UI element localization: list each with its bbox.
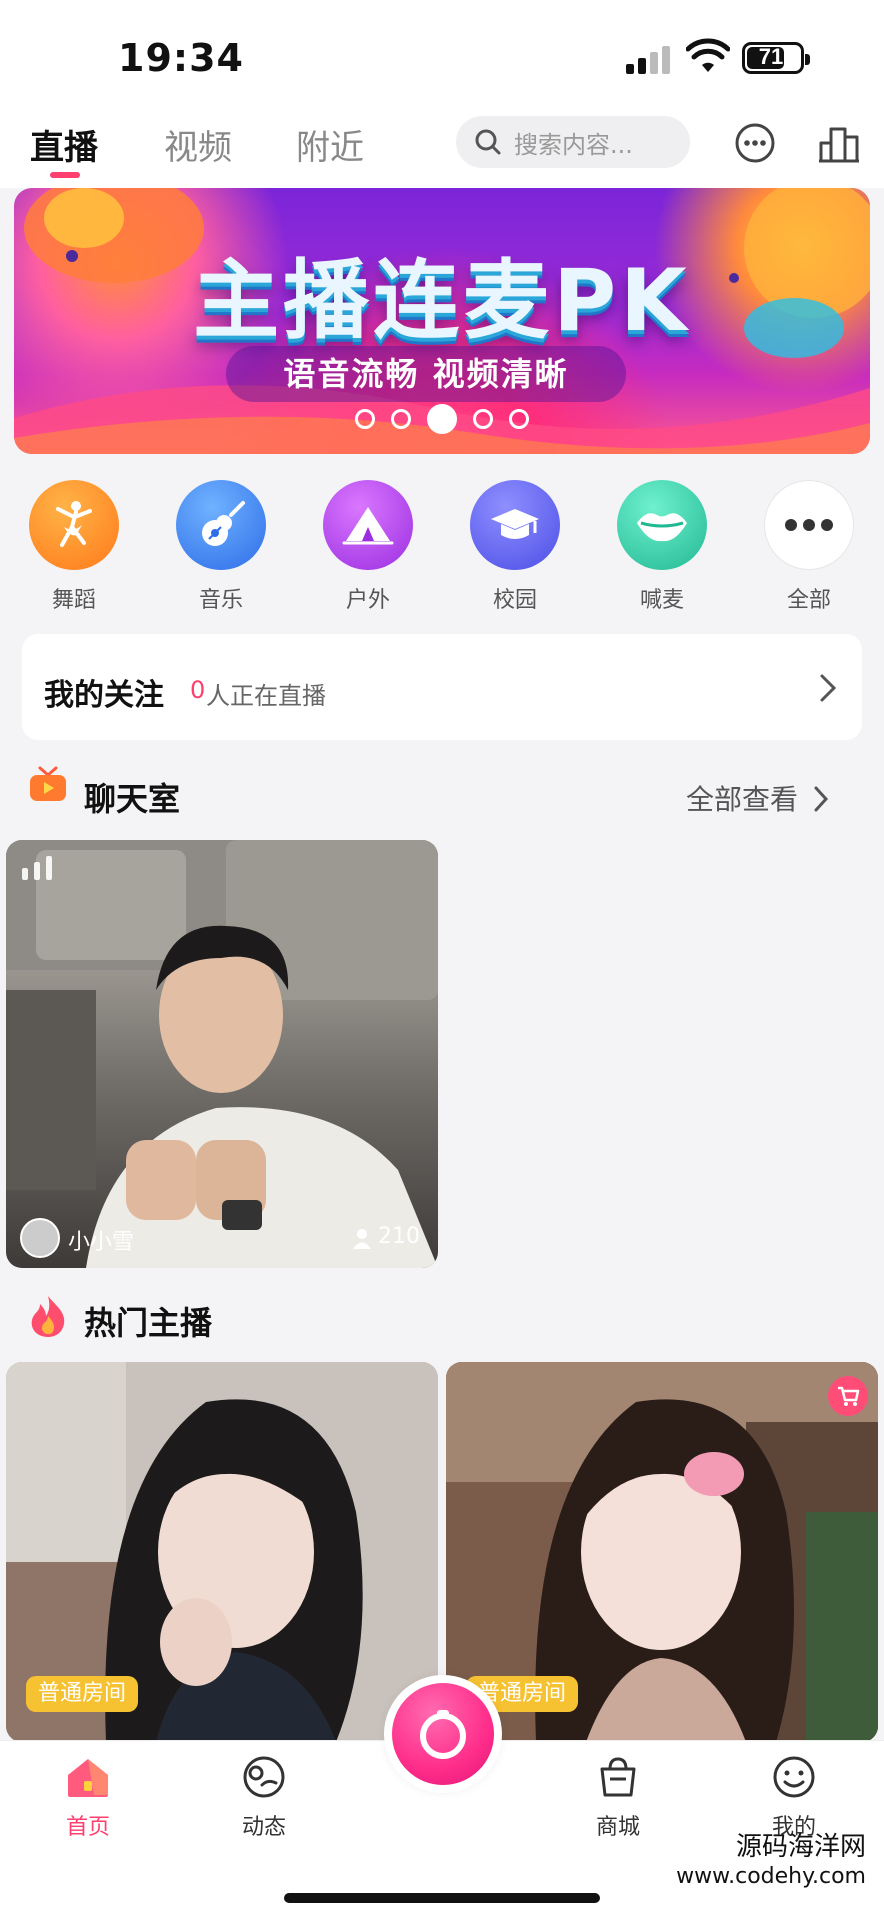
tab-moments[interactable]: 动态 bbox=[204, 1755, 324, 1841]
see-all-link[interactable]: 全部查看 bbox=[686, 778, 829, 818]
carousel-dots bbox=[14, 404, 870, 434]
promo-banner[interactable]: 主播连麦PK 语音流畅 视频清晰 bbox=[14, 188, 870, 454]
hot-hosts-section-title: 热门主播 bbox=[84, 1304, 213, 1342]
active-tab-indicator bbox=[50, 172, 80, 178]
room-type-badge: 普通房间 bbox=[26, 1676, 139, 1712]
tab-label: 首页 bbox=[65, 1815, 110, 1840]
viewer-count: 210 bbox=[378, 1224, 420, 1249]
avatar[interactable] bbox=[20, 1218, 60, 1258]
category-dance[interactable]: 舞蹈 bbox=[14, 480, 134, 614]
follow-live-count: 0 bbox=[190, 676, 206, 704]
category-all[interactable]: 全部 bbox=[749, 480, 869, 614]
go-live-button[interactable] bbox=[384, 1675, 502, 1793]
more-dots-icon bbox=[764, 480, 854, 570]
carousel-dot-active[interactable] bbox=[427, 404, 457, 434]
home-icon bbox=[68, 1759, 108, 1797]
lips-icon bbox=[617, 480, 707, 570]
smiley-icon bbox=[773, 1756, 815, 1798]
tent-icon bbox=[323, 480, 413, 570]
category-label: 音乐 bbox=[198, 588, 243, 613]
carousel-dot[interactable] bbox=[355, 409, 375, 429]
follow-title: 我的关注 bbox=[44, 678, 164, 713]
category-outdoor[interactable]: 户外 bbox=[308, 480, 428, 614]
category-label: 户外 bbox=[345, 588, 390, 613]
live-bars-icon bbox=[22, 856, 52, 880]
guitar-icon bbox=[176, 480, 266, 570]
camera-live-icon bbox=[392, 1683, 494, 1785]
tab-shop[interactable]: 商城 bbox=[558, 1755, 678, 1841]
banner-title: 主播连麦PK bbox=[193, 251, 691, 351]
banner-subtitle: 语音流畅 视频清晰 bbox=[226, 346, 626, 402]
status-bar: 19:34 71 bbox=[0, 0, 884, 110]
search-input[interactable]: 搜索内容... bbox=[456, 116, 690, 168]
moments-icon bbox=[243, 1756, 285, 1798]
follow-live-suffix: 人正在直播 bbox=[206, 682, 326, 710]
chat-bubble-icon[interactable] bbox=[732, 120, 778, 166]
shop-bag-icon bbox=[600, 1757, 636, 1797]
category-shout-mic[interactable]: 喊麦 bbox=[602, 480, 722, 614]
search-icon bbox=[475, 129, 501, 155]
home-indicator bbox=[284, 1893, 600, 1903]
chatroom-card[interactable]: 小小雪 210 bbox=[6, 840, 438, 1268]
ranking-icon[interactable] bbox=[816, 120, 862, 166]
watermark-line2: www.codehy.com bbox=[676, 1864, 866, 1889]
graduation-cap-icon bbox=[470, 480, 560, 570]
tab-video[interactable]: 视频 bbox=[164, 120, 232, 169]
tv-icon bbox=[30, 766, 66, 801]
chatroom-section-title: 聊天室 bbox=[84, 780, 181, 818]
battery-percent: 71 bbox=[758, 44, 784, 69]
category-label: 校园 bbox=[492, 588, 537, 613]
chatroom-host-photo bbox=[6, 840, 438, 1268]
viewer-icon bbox=[353, 1229, 371, 1249]
app-screen: 19:34 71 直播 视频 附近 搜索内容... 主播连麦PK 语音流畅 视频… bbox=[0, 0, 884, 1920]
wifi-icon bbox=[685, 38, 731, 74]
chevron-right-icon bbox=[814, 786, 828, 812]
category-label: 舞蹈 bbox=[51, 588, 96, 613]
tab-live[interactable]: 直播 bbox=[30, 120, 98, 169]
tab-nearby[interactable]: 附近 bbox=[296, 120, 364, 169]
tab-label: 商城 bbox=[595, 1815, 640, 1840]
category-label: 喊麦 bbox=[639, 588, 684, 613]
flame-icon bbox=[31, 1296, 65, 1337]
search-placeholder: 搜索内容... bbox=[514, 130, 633, 159]
category-row: 舞蹈 音乐 户外 校园 喊麦 全部 bbox=[0, 480, 884, 620]
carousel-dot[interactable] bbox=[473, 409, 493, 429]
category-music[interactable]: 音乐 bbox=[161, 480, 281, 614]
watermark-line1: 源码海洋网 bbox=[735, 1832, 866, 1862]
status-time: 19:34 bbox=[118, 36, 244, 80]
category-campus[interactable]: 校园 bbox=[455, 480, 575, 614]
host-card[interactable]: 普通房间 bbox=[446, 1362, 878, 1742]
bottom-tab-bar: 首页 动态 商城 我的 bbox=[0, 1675, 884, 1920]
watermark: 源码海洋网 www.codehy.com bbox=[676, 1832, 866, 1892]
chevron-right-icon bbox=[820, 674, 837, 702]
cellular-signal-icon bbox=[626, 44, 674, 74]
tab-home[interactable]: 首页 bbox=[28, 1755, 148, 1841]
battery-icon: 71 bbox=[742, 42, 810, 74]
host-card[interactable]: 普通房间 bbox=[6, 1362, 438, 1742]
my-follow-card[interactable]: 我的关注 0 人正在直播 bbox=[22, 634, 862, 740]
host-name: 小小雪 bbox=[68, 1230, 135, 1255]
tab-profile[interactable]: 我的 bbox=[734, 1755, 854, 1841]
see-all-label: 全部查看 bbox=[686, 783, 799, 816]
carousel-dot[interactable] bbox=[391, 409, 411, 429]
shop-cart-icon[interactable] bbox=[828, 1376, 868, 1416]
tab-label: 动态 bbox=[241, 1815, 286, 1840]
carousel-dot[interactable] bbox=[509, 409, 529, 429]
top-nav: 直播 视频 附近 搜索内容... bbox=[0, 110, 884, 188]
dancer-icon bbox=[29, 480, 119, 570]
category-label: 全部 bbox=[786, 588, 831, 613]
